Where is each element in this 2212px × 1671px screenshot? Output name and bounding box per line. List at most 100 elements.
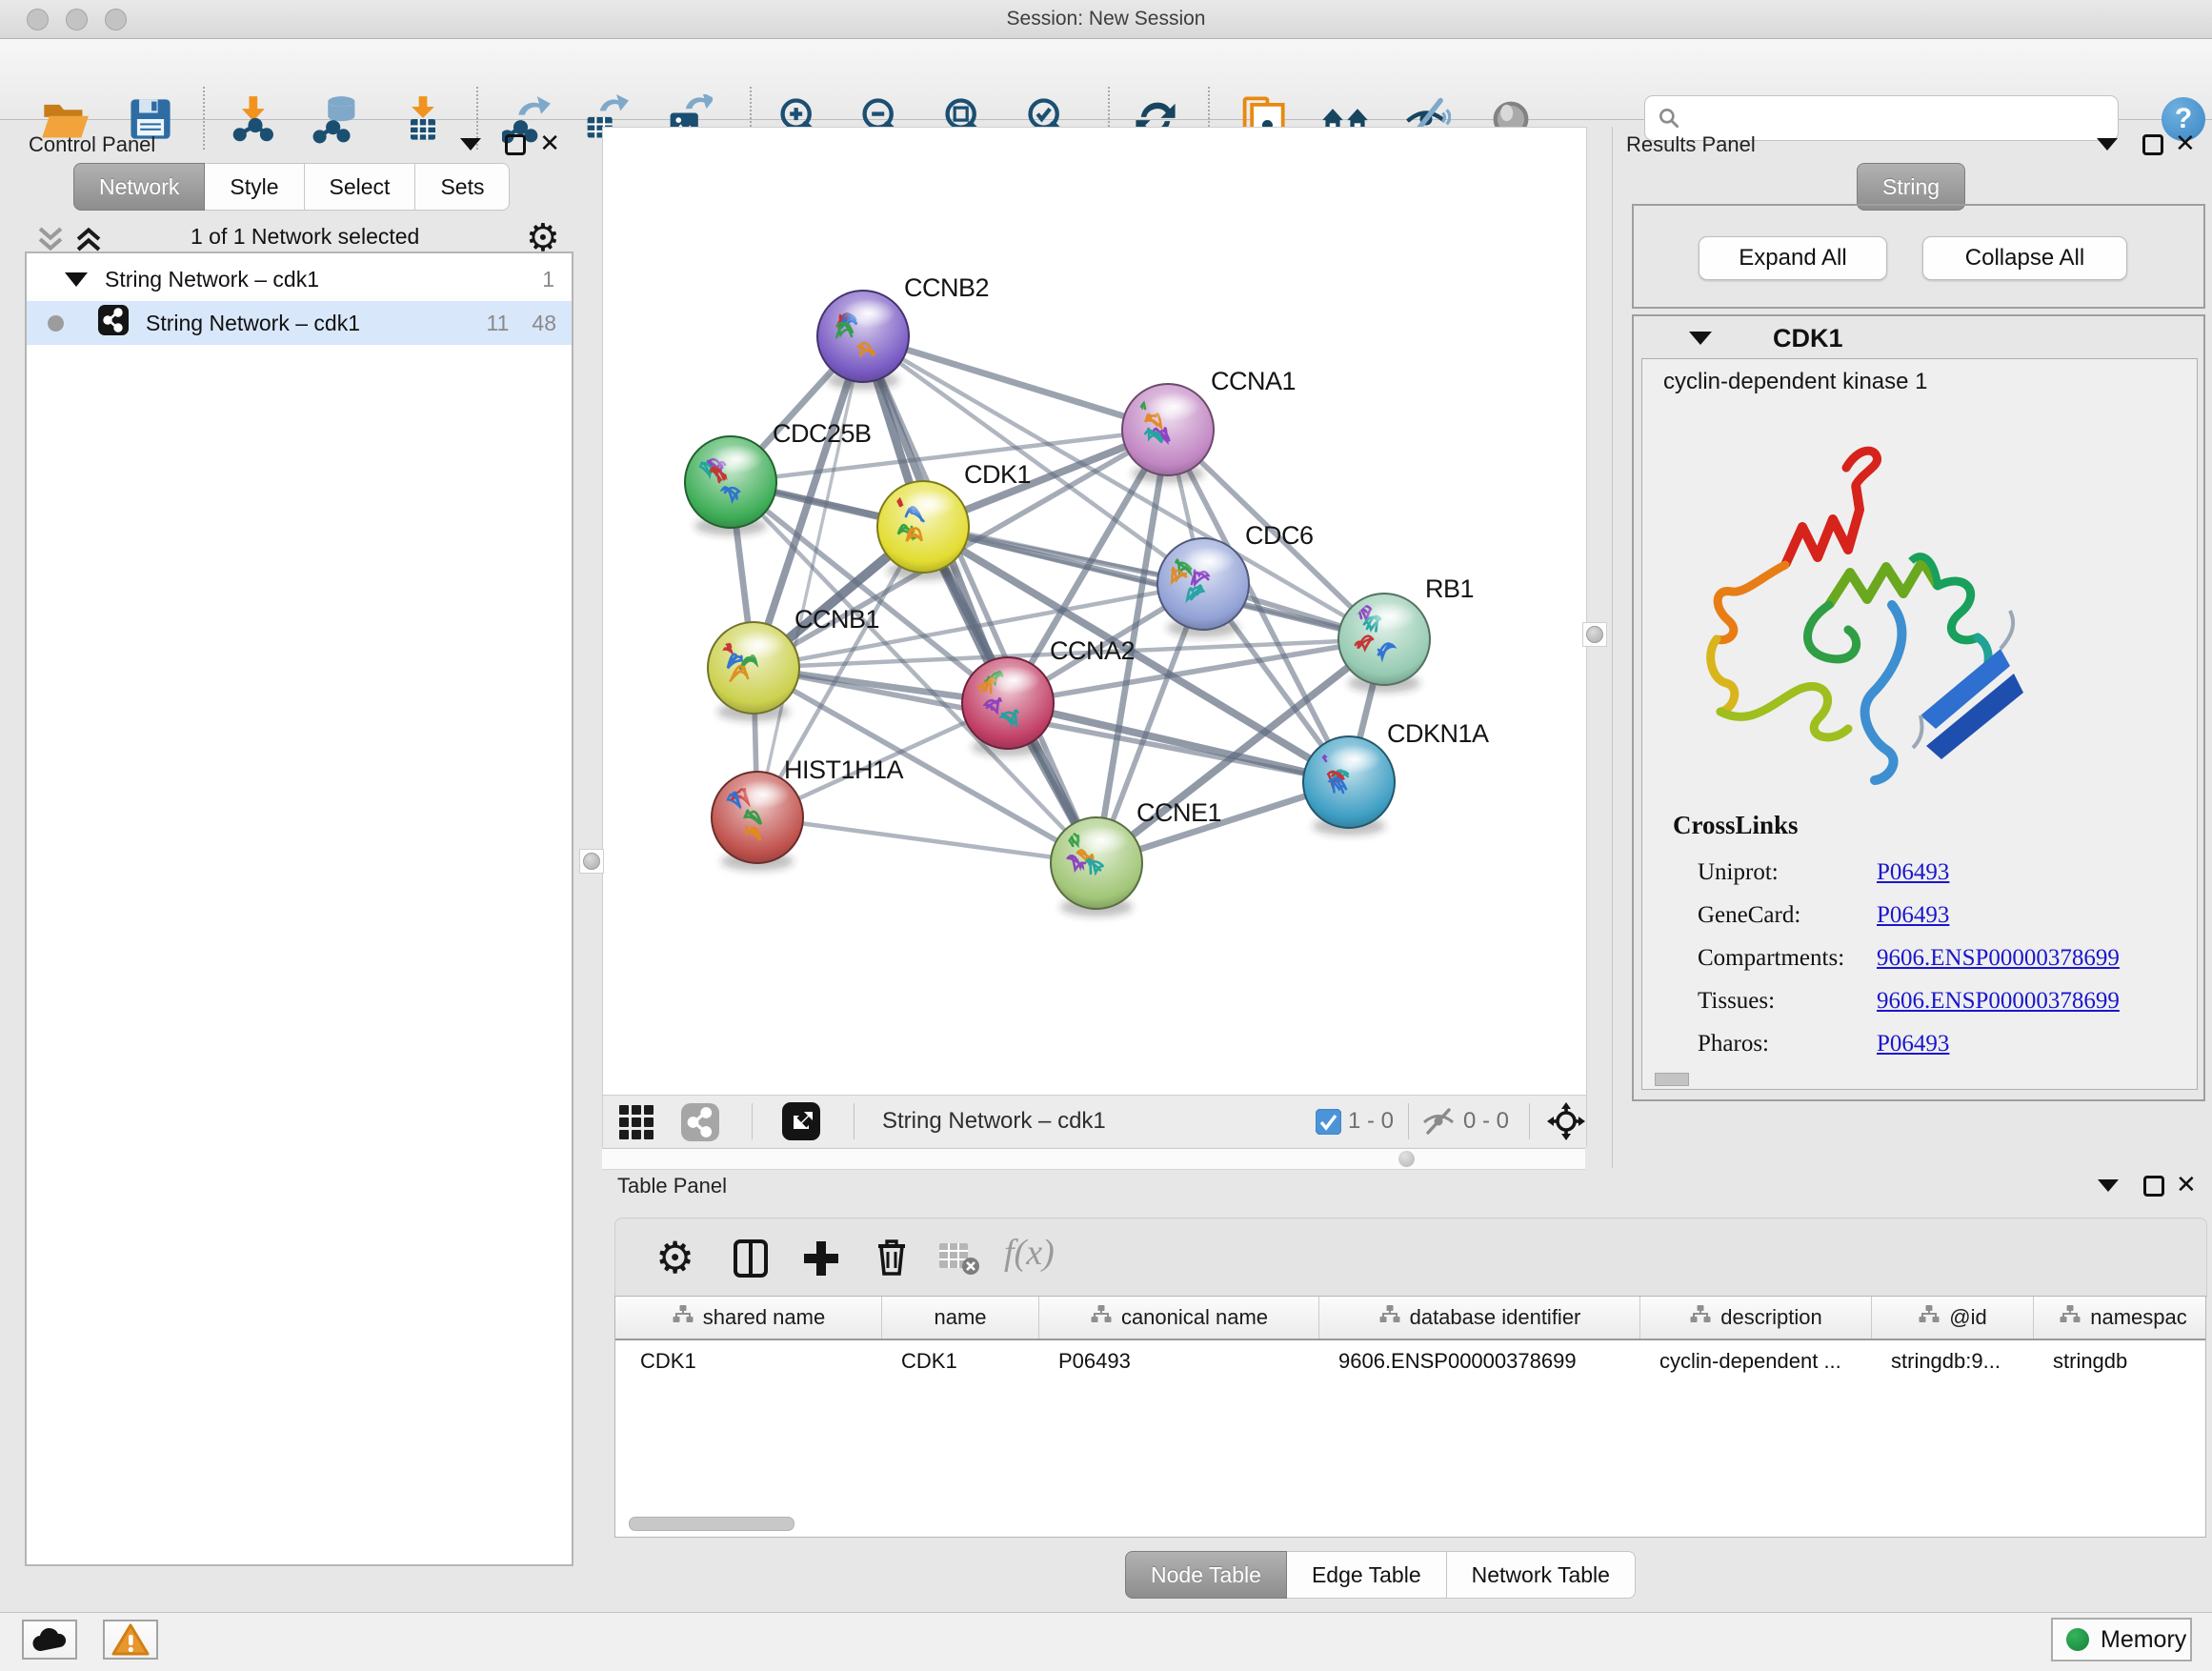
column-visibility-icon[interactable]	[728, 1236, 774, 1286]
expand-all-button[interactable]: Expand All	[1699, 236, 1887, 280]
crosslink-link[interactable]: P06493	[1877, 859, 1949, 886]
node-label-CDK1: CDK1	[964, 460, 1031, 489]
tab-network-table[interactable]: Network Table	[1447, 1551, 1636, 1599]
open-in-browser-icon[interactable]	[782, 1102, 820, 1145]
network-node-HIST1H1A[interactable]	[712, 772, 803, 871]
network-edge-HIST1H1A-CCNE1[interactable]	[757, 817, 1096, 863]
crosslink-link[interactable]: P06493	[1877, 902, 1949, 929]
table-cell[interactable]: P06493	[1039, 1340, 1319, 1382]
crosslink-link[interactable]: 9606.ENSP00000378699	[1877, 945, 2120, 972]
window-zoom-button[interactable]	[105, 9, 127, 30]
table-cell[interactable]: stringdb:9...	[1872, 1340, 2034, 1382]
network-selection-status: 1 of 1 Network selected	[191, 224, 419, 250]
collection-expand-icon[interactable]	[65, 272, 88, 287]
table-row[interactable]: CDK1CDK1P064939606.ENSP00000378699cyclin…	[615, 1340, 2205, 1382]
node-label-CDC6: CDC6	[1245, 521, 1314, 550]
inner-scrollbar-thumb[interactable]	[1655, 1073, 1689, 1086]
collapse-all-button[interactable]: Collapse All	[1922, 236, 2127, 280]
add-column-icon[interactable]	[798, 1236, 844, 1286]
cloud-status-button[interactable]	[22, 1620, 77, 1660]
control-panel-float-icon[interactable]	[505, 134, 526, 155]
table-cell[interactable]: cyclin-dependent ...	[1640, 1340, 1872, 1382]
table-options-gear-icon[interactable]: ⚙	[655, 1232, 694, 1283]
network-node-CCNB1[interactable]	[708, 622, 799, 721]
column-header-canonical-name[interactable]: canonical name	[1039, 1297, 1319, 1339]
selected-checkbox-icon[interactable]	[1316, 1109, 1341, 1139]
network-column-icon	[1090, 1304, 1113, 1331]
table-panel-menu-icon[interactable]	[2098, 1179, 2119, 1192]
control-panel-menu-icon[interactable]	[460, 138, 481, 151]
warning-icon	[111, 1623, 150, 1656]
left-splitter-handle[interactable]	[579, 849, 604, 874]
control-panel-close-icon[interactable]: ✕	[539, 131, 560, 155]
table-panel-close-icon[interactable]: ✕	[2176, 1172, 2197, 1197]
crosslink-row: Tissues:9606.ENSP00000378699	[1698, 979, 2174, 1022]
window-minimize-button[interactable]	[66, 9, 88, 30]
node-label-CCNE1: CCNE1	[1136, 798, 1221, 827]
node-label-CCNA2: CCNA2	[1050, 636, 1135, 665]
entry-collapse-icon[interactable]	[1689, 332, 1712, 345]
table-hscrollbar-thumb[interactable]	[629, 1517, 794, 1531]
table-cell[interactable]: stringdb	[2034, 1340, 2206, 1382]
network-edge-CCNB2-CCNA1[interactable]	[863, 336, 1168, 430]
column-header-database-identifier[interactable]: database identifier	[1319, 1297, 1640, 1339]
crosslink-link[interactable]: P06493	[1877, 1031, 1949, 1057]
selected-node-edge-counts: 1 - 0	[1348, 1108, 1394, 1135]
table-panel-float-icon[interactable]	[2143, 1176, 2164, 1197]
node-label-CDC25B: CDC25B	[773, 419, 872, 448]
crosslink-link[interactable]: 9606.ENSP00000378699	[1877, 988, 2120, 1015]
network-row-selected[interactable]: String Network – cdk1 11 48	[27, 301, 572, 345]
node-label-CCNA1: CCNA1	[1211, 367, 1296, 395]
warning-status-button[interactable]	[103, 1620, 158, 1660]
network-node-CDC6[interactable]	[1157, 538, 1249, 637]
results-panel-float-icon[interactable]	[2142, 134, 2163, 155]
tab-style[interactable]: Style	[205, 163, 304, 211]
entry-header-row[interactable]: CDK1	[1634, 316, 2203, 358]
results-panel-close-icon[interactable]: ✕	[2175, 131, 2196, 155]
string-style-toggle-icon[interactable]	[681, 1103, 719, 1146]
window-close-button[interactable]	[27, 9, 49, 30]
network-graph[interactable]: CCNB2CCNA1CDC25BCDK1CDC6RB1CCNB1CCNA2CDK…	[603, 128, 1586, 1096]
delete-table-icon	[937, 1241, 981, 1280]
status-bar	[0, 1612, 2212, 1671]
table-toolbar: ⚙ f(x)	[614, 1218, 2207, 1298]
delete-column-icon[interactable]	[869, 1234, 915, 1284]
network-column-icon	[1689, 1304, 1712, 1331]
table-cell[interactable]: 9606.ENSP00000378699	[1319, 1340, 1640, 1382]
memory-button[interactable]: Memory	[2051, 1618, 2192, 1661]
table-body: CDK1CDK1P064939606.ENSP00000378699cyclin…	[615, 1340, 2205, 1382]
network-node-CCNA1[interactable]	[1122, 384, 1214, 483]
network-edge-CCNB2-CCNE1[interactable]	[863, 336, 1096, 863]
column-header-name[interactable]: name	[882, 1297, 1039, 1339]
hidden-node-edge-counts: 0 - 0	[1463, 1108, 1509, 1135]
column-header-shared-name[interactable]: shared name	[615, 1297, 882, 1339]
network-node-CDC25B[interactable]	[685, 436, 776, 535]
horizontal-splitter[interactable]	[602, 1148, 1585, 1170]
table-cell[interactable]: CDK1	[882, 1340, 1039, 1382]
birds-eye-grid-icon[interactable]	[618, 1104, 654, 1145]
tab-sets[interactable]: Sets	[415, 163, 510, 211]
splitter-handle-dot[interactable]	[1398, 1151, 1415, 1167]
crosslink-row: Pharos:P06493	[1698, 1022, 2174, 1065]
table-cell[interactable]: CDK1	[615, 1340, 882, 1382]
tab-edge-table[interactable]: Edge Table	[1287, 1551, 1447, 1599]
network-view-canvas[interactable]: CCNB2CCNA1CDC25BCDK1CDC6RB1CCNB1CCNA2CDK…	[602, 127, 1587, 1097]
column-header-description[interactable]: description	[1640, 1297, 1872, 1339]
network-node-RB1[interactable]	[1338, 594, 1430, 693]
crosslinks-title: CrossLinks	[1673, 811, 1799, 840]
tab-node-table[interactable]: Node Table	[1125, 1551, 1287, 1599]
column-header-@id[interactable]: @id	[1872, 1297, 2034, 1339]
tab-network[interactable]: Network	[73, 163, 205, 211]
column-header-namespac[interactable]: namespac	[2034, 1297, 2206, 1339]
network-collection-row[interactable]: String Network – cdk1 1	[27, 257, 572, 301]
node-label-CDKN1A: CDKN1A	[1387, 719, 1489, 748]
crosslink-row: GeneCard:P06493	[1698, 894, 2174, 936]
network-node-CCNE1[interactable]	[1051, 817, 1142, 916]
right-splitter-handle[interactable]	[1582, 622, 1607, 647]
tab-select[interactable]: Select	[305, 163, 416, 211]
network-node-CDKN1A[interactable]	[1303, 736, 1395, 836]
network-view-toolbar: String Network – cdk1 1 - 0 0 - 0	[602, 1095, 1587, 1147]
control-panel-title: Control Panel	[29, 132, 155, 157]
results-panel-menu-icon[interactable]	[2097, 138, 2118, 151]
fit-selected-crosshair-icon[interactable]	[1546, 1101, 1586, 1146]
